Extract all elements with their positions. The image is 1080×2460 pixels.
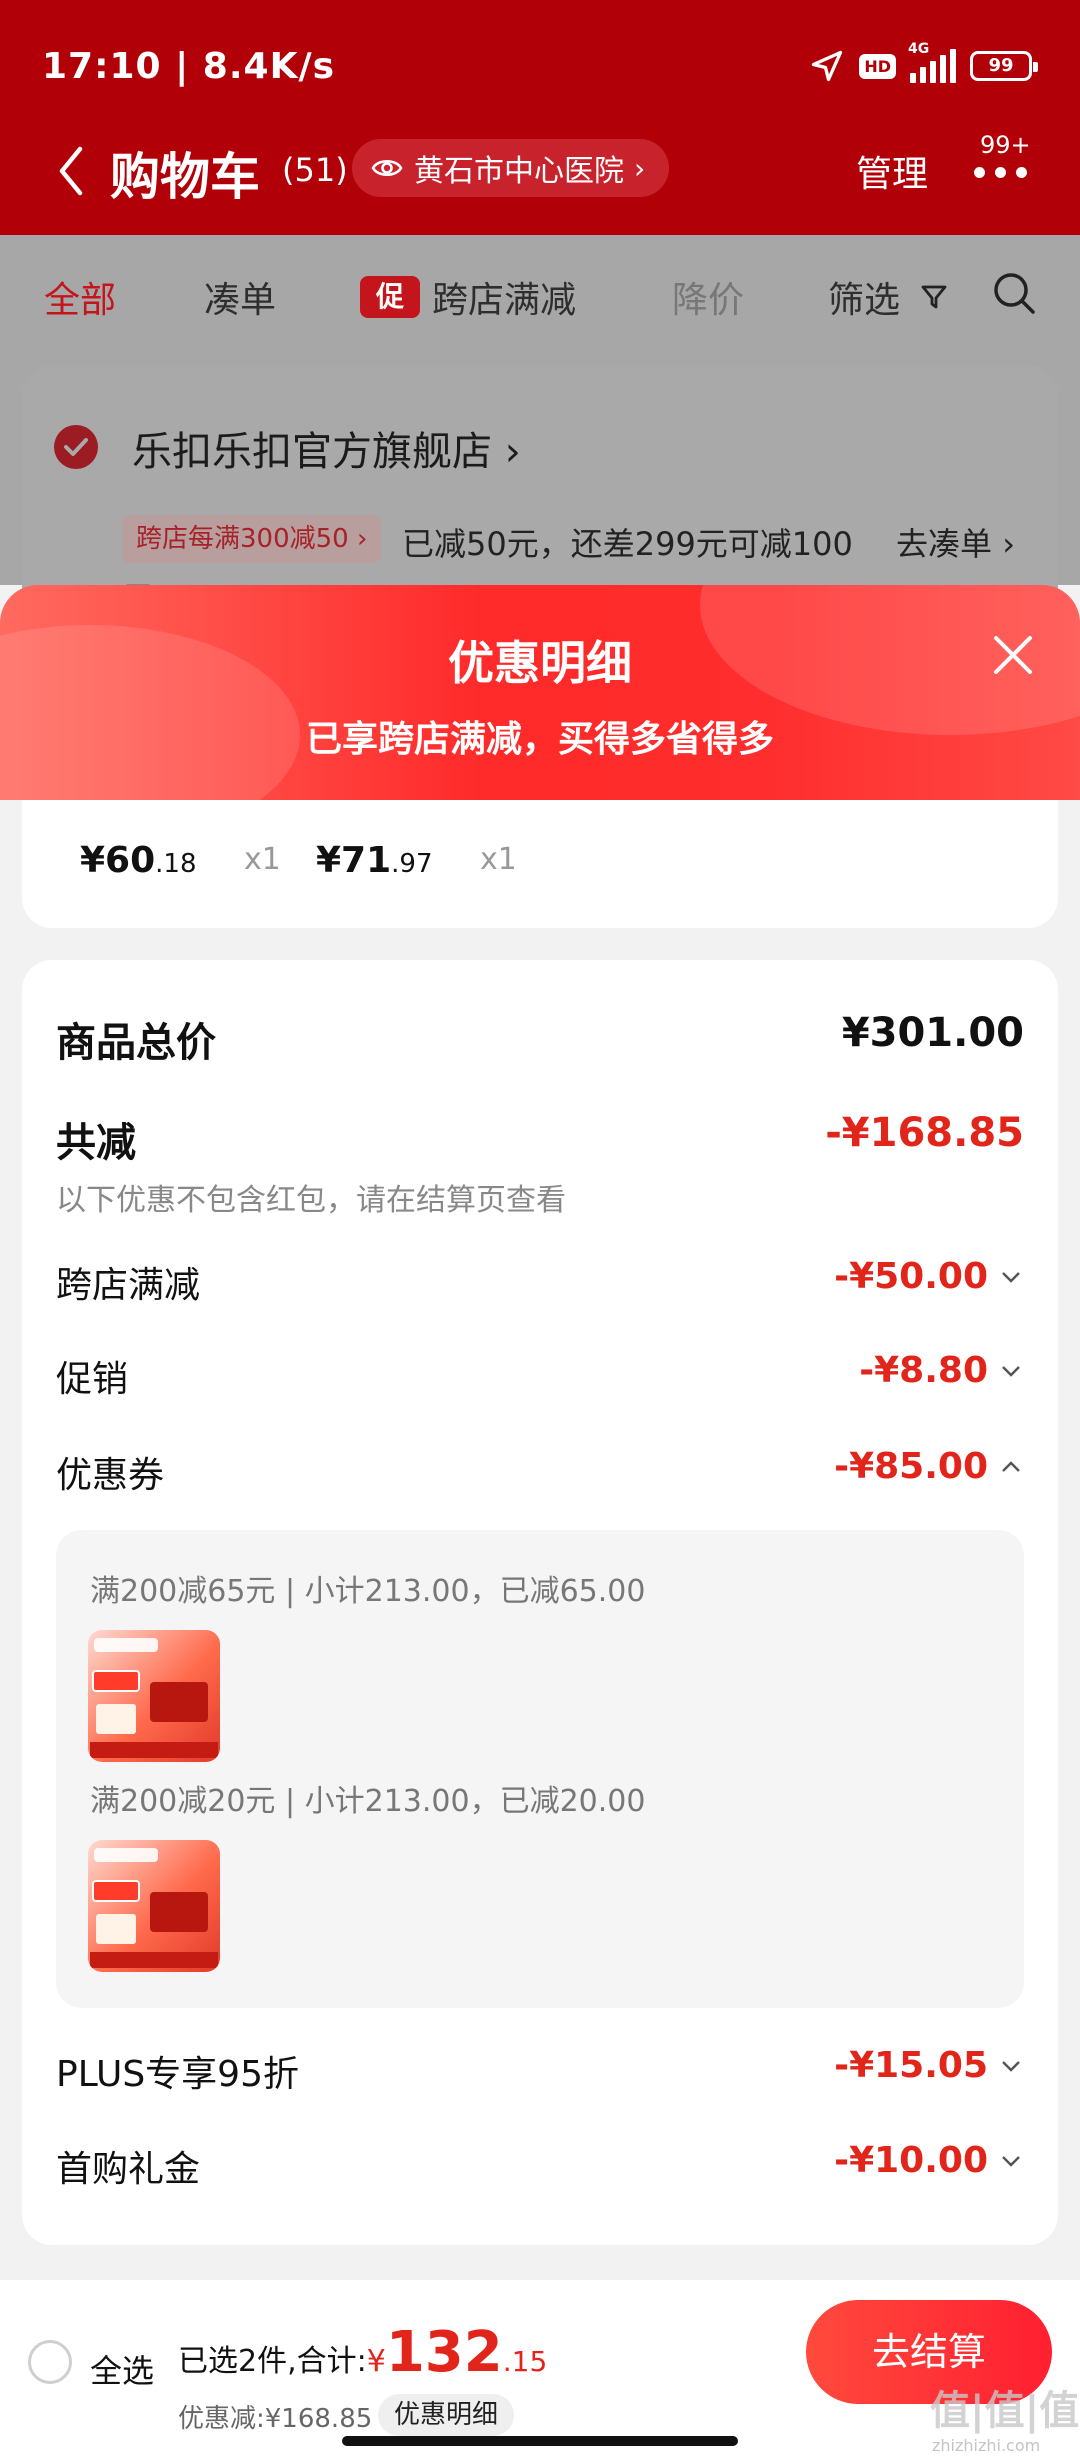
discount-note: 以下优惠不包含红包，请在结算页查看	[56, 1183, 566, 1218]
coupon-line: 满200减65元 | 小计213.00，已减65.00	[90, 1574, 646, 1609]
message-badge: 99+	[980, 131, 1031, 159]
promo-pill[interactable]: 跨店每满300减50 ›	[122, 515, 382, 563]
tab-cou-dan[interactable]: 凑单	[204, 271, 276, 323]
first-gift-value: -¥10.00	[834, 2140, 988, 2181]
product-thumbnail[interactable]	[88, 1630, 220, 1762]
total-discount-value: -¥168.85	[825, 1110, 1024, 1156]
sheet-subtitle: 已享跨店满减，买得多省得多	[305, 719, 774, 760]
eye-icon	[370, 151, 404, 185]
select-all-label[interactable]: 全选	[90, 2346, 154, 2392]
close-button[interactable]	[988, 630, 1038, 680]
watermark-site: zhizhizhi.com	[932, 2436, 1041, 2455]
tab-cross-store[interactable]: 促 跨店满减	[360, 271, 576, 323]
tab-filter[interactable]: 筛选	[828, 271, 950, 323]
promo-tag: 促	[360, 276, 420, 318]
discount-detail-button[interactable]: 优惠明细	[378, 2394, 515, 2436]
chevron-left-icon	[59, 146, 83, 196]
item-price: ¥71.97	[316, 840, 433, 881]
signal-icon: 4G	[908, 41, 956, 83]
promo-pill-label: 跨店每满300减50	[136, 524, 349, 554]
coupon-line: 满200减20元 | 小计213.00，已减20.00	[90, 1784, 646, 1819]
chevron-down-icon	[998, 2148, 1024, 2174]
item-price: ¥60.18	[80, 840, 197, 881]
page-title: 购物车	[110, 148, 260, 206]
battery-icon: 99	[970, 51, 1038, 81]
status-time: 17:10 | 8.4K/s	[42, 46, 336, 87]
sheet-title: 优惠明细	[448, 636, 632, 690]
item-qty: x1	[244, 842, 281, 877]
status-bar: 17:10 | 8.4K/s HD 4G 99	[0, 0, 1080, 135]
search-button[interactable]	[990, 269, 1038, 317]
first-gift-label: 首购礼金	[56, 2149, 201, 2190]
promotion-value: -¥8.80	[859, 1350, 988, 1391]
discount-sheet-body: ¥60.18 x1 ¥71.97 x1 商品总价 ¥301.00 共减 -¥16…	[0, 800, 1080, 2280]
chevron-right-icon: ›	[504, 429, 521, 475]
selected-summary-label: 已选2件,合计:	[178, 2344, 367, 2379]
promotion-row-toggle[interactable]: -¥8.80	[859, 1350, 1024, 1391]
discount-sheet-header: 优惠明细 已享跨店满减，买得多省得多	[0, 585, 1080, 800]
go-cou-dan-label: 去凑单	[896, 525, 993, 563]
promo-progress-text: 已减50元，还差299元可减100	[402, 525, 853, 563]
tab-filter-label: 筛选	[828, 280, 901, 321]
coupon-value: -¥85.00	[834, 1446, 988, 1487]
chevron-right-icon: ›	[634, 151, 646, 185]
go-cou-dan-link[interactable]: 去凑单 ›	[896, 519, 1015, 565]
item-qty: x1	[480, 842, 517, 877]
location-label: 黄石市中心医院	[414, 154, 624, 189]
cross-store-label: 跨店满减	[56, 1265, 201, 1306]
first-gift-row-toggle[interactable]: -¥10.00	[834, 2140, 1024, 2181]
chevron-down-icon	[998, 1264, 1024, 1290]
cross-store-value: -¥50.00	[834, 1256, 988, 1297]
total-amount: ¥ 132 .15	[366, 2320, 548, 2385]
store-checkbox[interactable]	[54, 425, 98, 469]
chevron-down-icon	[998, 2053, 1024, 2079]
filter-icon	[918, 281, 950, 313]
manage-button[interactable]: 管理	[856, 145, 928, 197]
total-price-value: ¥301.00	[841, 1010, 1024, 1056]
total-discount-label: 共减	[56, 1120, 136, 1166]
back-button[interactable]	[52, 141, 92, 201]
filter-bar: 全部 凑单 促 跨店满减 降价 筛选	[0, 235, 1080, 365]
close-icon	[994, 636, 1032, 674]
cross-store-row-toggle[interactable]: -¥50.00	[834, 1256, 1024, 1297]
selected-items-card: ¥60.18 x1 ¥71.97 x1	[22, 800, 1058, 928]
store-name-label: 乐扣乐扣官方旗舰店	[132, 429, 492, 475]
status-icons: HD 4G 99	[809, 41, 1038, 84]
promotion-label: 促销	[56, 1359, 129, 1400]
tab-price-drop[interactable]: 降价	[672, 271, 744, 323]
chevron-down-icon	[998, 1358, 1024, 1384]
store-name[interactable]: 乐扣乐扣官方旗舰店 ›	[132, 419, 521, 477]
plus-row-toggle[interactable]: -¥15.05	[834, 2045, 1024, 2086]
plus-discount-label: PLUS专享95折	[56, 2054, 299, 2095]
total-summary: 已选2件,合计: ¥ 132 .15	[178, 2320, 547, 2385]
tab-cross-store-label: 跨店满减	[432, 280, 577, 321]
coupon-label: 优惠券	[56, 1455, 165, 1496]
watermark-logo: 值|值|值	[930, 2388, 1080, 2434]
network-type: 4G	[908, 41, 930, 57]
home-indicator[interactable]	[342, 2436, 738, 2446]
tab-all[interactable]: 全部	[44, 271, 116, 323]
total-price-label: 商品总价	[56, 1020, 216, 1066]
cart-header: 购物车 (51) 黄石市中心医院 › 管理 99+	[0, 125, 1080, 235]
dimmed-cart-content: 全部 凑单 促 跨店满减 降价 筛选 乐扣乐扣官方旗舰店 › 跨店每满300减5…	[0, 235, 1080, 665]
location-selector[interactable]: 黄石市中心医院 ›	[352, 139, 670, 197]
plus-discount-value: -¥15.05	[834, 2045, 988, 2086]
saved-amount: 优惠减:¥168.85	[178, 2404, 373, 2434]
more-button[interactable]: 99+	[966, 129, 1046, 209]
cart-count: (51)	[282, 151, 348, 189]
hd-icon: HD	[859, 53, 896, 79]
product-thumbnail[interactable]	[88, 1840, 220, 1972]
chevron-up-icon	[998, 1454, 1024, 1480]
checkout-bar: 全选 已选2件,合计: ¥ 132 .15 优惠减:¥168.85 优惠明细 去…	[0, 2280, 1080, 2460]
coupon-detail-box: 满200减65元 | 小计213.00，已减65.00 满200减20元 | 小…	[56, 1530, 1024, 2008]
coupon-row-toggle[interactable]: -¥85.00	[834, 1446, 1024, 1487]
check-icon	[64, 438, 88, 456]
location-arrow-icon	[812, 50, 843, 82]
discount-detail-card: 商品总价 ¥301.00 共减 -¥168.85 以下优惠不包含红包，请在结算页…	[22, 960, 1058, 2245]
more-dots-icon	[974, 167, 1027, 178]
search-icon	[994, 273, 1035, 314]
select-all-checkbox[interactable]	[28, 2340, 72, 2384]
